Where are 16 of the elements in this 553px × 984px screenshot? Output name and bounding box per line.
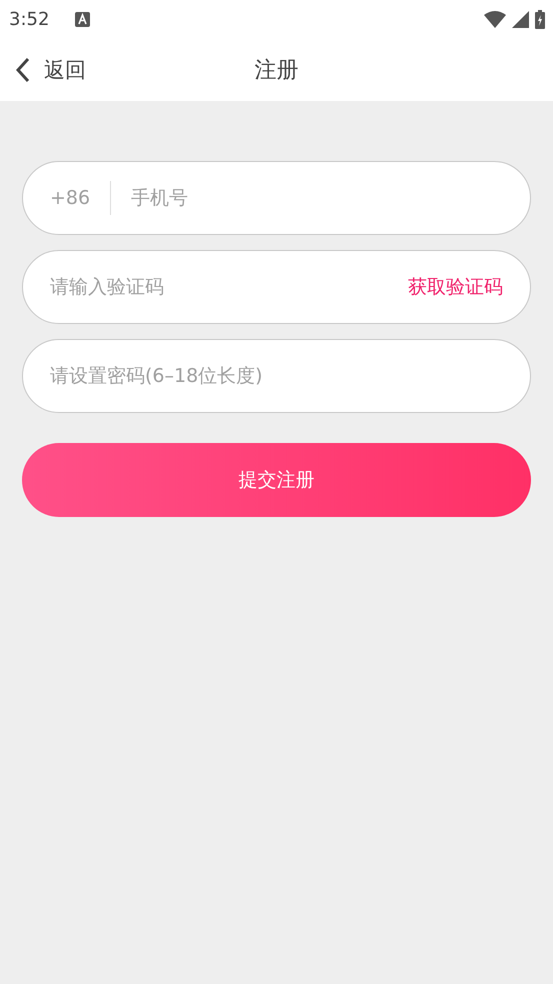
get-code-button[interactable]: 获取验证码: [408, 274, 503, 300]
back-button[interactable]: 返回: [10, 38, 92, 101]
battery-icon: [535, 10, 545, 28]
code-input[interactable]: 请输入验证码: [50, 276, 408, 298]
clock-time: 3:52: [9, 8, 50, 30]
submit-button[interactable]: 提交注册: [22, 443, 531, 517]
wifi-icon: [484, 10, 506, 28]
keyboard-icon: [75, 12, 90, 26]
phone-input[interactable]: 手机号: [131, 187, 503, 209]
password-input[interactable]: 请设置密码(6–18位长度): [50, 365, 503, 387]
signal-icon: [512, 10, 529, 28]
password-field[interactable]: 请设置密码(6–18位长度): [22, 339, 531, 413]
page-title: 注册: [254, 56, 298, 84]
phone-field[interactable]: +86 手机号: [22, 161, 531, 235]
code-field[interactable]: 请输入验证码 获取验证码: [22, 250, 531, 324]
country-code: +86: [50, 181, 112, 215]
